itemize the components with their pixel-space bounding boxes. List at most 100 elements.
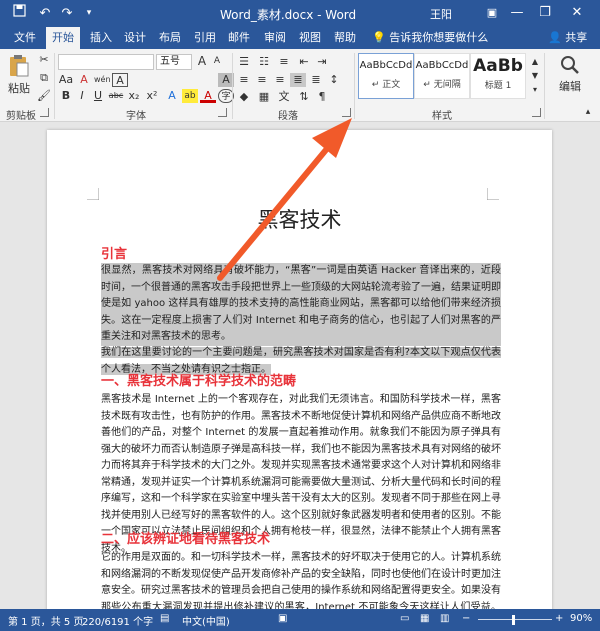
- tab-home[interactable]: 开始: [46, 27, 80, 49]
- highlight-icon[interactable]: ab: [182, 89, 198, 103]
- style-normal[interactable]: AaBbCcDd ↵ 正文: [358, 53, 414, 99]
- align-right-icon[interactable]: ≡: [272, 73, 288, 87]
- word-count[interactable]: 220/6191 个字: [82, 613, 153, 628]
- tab-references[interactable]: 引用: [188, 27, 222, 49]
- tab-view[interactable]: 视图: [293, 27, 327, 49]
- style-heading-1[interactable]: AaBb 标题 1: [470, 53, 526, 99]
- tab-file[interactable]: 文件: [8, 27, 42, 49]
- clipboard-launcher-icon[interactable]: [40, 108, 49, 117]
- zoom-slider-thumb[interactable]: [512, 615, 515, 625]
- styles-launcher-icon[interactable]: [532, 108, 541, 117]
- align-left-icon[interactable]: ≡: [236, 73, 252, 87]
- show-marks-icon[interactable]: ¶: [314, 90, 330, 104]
- font-size-box[interactable]: 五号: [156, 54, 192, 70]
- web-layout-icon[interactable]: ▥: [440, 613, 449, 624]
- zoom-level[interactable]: 90%: [570, 613, 592, 624]
- text-effects-icon[interactable]: A: [164, 89, 180, 103]
- shading-icon[interactable]: ◆: [236, 90, 252, 104]
- redo-icon[interactable]: ↷: [56, 4, 78, 23]
- minimize-button[interactable]: —: [506, 3, 528, 23]
- status-bar: 第 1 页，共 5 页 220/6191 个字 ▤ 中文(中国) ▣ ▭ ▦ ▥…: [0, 609, 600, 631]
- section-heading[interactable]: 一、黑客技术属于科学技术的范畴: [101, 370, 296, 389]
- close-button[interactable]: ✕: [566, 3, 588, 23]
- tab-review[interactable]: 审阅: [258, 27, 292, 49]
- window-title: Word_素材.docx - Word: [220, 8, 357, 22]
- accessibility-icon[interactable]: ▣: [278, 613, 287, 624]
- styles-scroll-up-icon[interactable]: ▲: [527, 55, 543, 69]
- zoom-slider[interactable]: [478, 619, 552, 620]
- format-painter-icon[interactable]: 🖌: [36, 89, 52, 103]
- section-heading[interactable]: 引言: [101, 243, 127, 262]
- clipboard-group-label: 剪贴板: [6, 111, 36, 122]
- proofing-icon[interactable]: ▤: [160, 613, 169, 624]
- styles-scroll-down-icon[interactable]: ▼: [527, 69, 543, 83]
- title-bar: ↶ ↷ ▾ Word_素材.docx - Word 王阳 ▣ — ❐ ✕: [0, 0, 600, 27]
- paste-button[interactable]: 粘贴: [4, 53, 34, 99]
- page-count[interactable]: 第 1 页，共 5 页: [8, 613, 83, 628]
- grow-font-icon[interactable]: A: [194, 54, 210, 68]
- user-name[interactable]: 王阳: [430, 6, 452, 22]
- crop-mark: [87, 188, 99, 200]
- bullets-icon[interactable]: ☰: [236, 55, 252, 69]
- distributed-icon[interactable]: ≣: [308, 73, 324, 87]
- borders-icon[interactable]: ▦: [256, 90, 272, 104]
- zoom-out-icon[interactable]: −: [462, 613, 470, 624]
- line-spacing-icon[interactable]: ↕: [326, 73, 342, 87]
- change-case-icon[interactable]: Aa: [58, 73, 74, 87]
- subscript-icon[interactable]: x₂: [126, 89, 142, 103]
- editing-button[interactable]: 编辑: [548, 53, 592, 103]
- increase-indent-icon[interactable]: ⇥: [314, 55, 330, 69]
- styles-group-label: 样式: [432, 111, 452, 122]
- style-sample: AaBb: [473, 56, 523, 76]
- share-button[interactable]: 👤 共享: [548, 27, 587, 49]
- ribbon-display-options-icon[interactable]: ▣: [481, 3, 503, 23]
- bold-icon[interactable]: B: [58, 89, 74, 103]
- tab-help[interactable]: 帮助: [328, 27, 362, 49]
- numbering-icon[interactable]: ☷: [256, 55, 272, 69]
- group-divider: [544, 53, 545, 119]
- tab-mailings[interactable]: 邮件: [222, 27, 256, 49]
- paragraph[interactable]: 很显然，黑客技术对网络具有破坏能力，“黑客”一词是由英语 Hacker 音译出来…: [101, 263, 501, 346]
- font-launcher-icon[interactable]: [218, 108, 227, 117]
- align-center-icon[interactable]: ≡: [254, 73, 270, 87]
- editing-label: 编辑: [559, 80, 581, 93]
- copy-icon[interactable]: ⧉: [36, 71, 52, 85]
- print-layout-icon[interactable]: ▦: [420, 613, 429, 624]
- sort-icon[interactable]: ⇅: [296, 90, 312, 104]
- restore-button[interactable]: ❐: [534, 3, 556, 23]
- tell-me-search[interactable]: 💡 告诉我你想要做什么: [372, 27, 488, 49]
- phonetic-guide-icon[interactable]: wén: [94, 73, 111, 87]
- read-mode-icon[interactable]: ▭: [400, 613, 409, 624]
- underline-icon[interactable]: U: [90, 89, 106, 103]
- paragraph-launcher-icon[interactable]: [342, 108, 351, 117]
- multilevel-list-icon[interactable]: ≡: [276, 55, 292, 69]
- document-title[interactable]: 黑客技术: [47, 204, 552, 234]
- customize-toolbar-icon[interactable]: ▾: [78, 4, 100, 23]
- tab-layout[interactable]: 布局: [153, 27, 187, 49]
- tab-insert[interactable]: 插入: [84, 27, 118, 49]
- style-no-spacing[interactable]: AaBbCcDd ↵ 无间隔: [414, 53, 470, 99]
- section-heading[interactable]: 二、应该辨证地看待黑客技术: [101, 528, 270, 547]
- font-name-box[interactable]: [58, 54, 154, 70]
- tab-design[interactable]: 设计: [118, 27, 152, 49]
- justify-icon[interactable]: ≣: [290, 73, 306, 87]
- chinese-layout-icon[interactable]: 文: [276, 90, 292, 104]
- styles-more-icon[interactable]: ▾: [527, 83, 543, 97]
- superscript-icon[interactable]: x²: [144, 89, 160, 103]
- italic-icon[interactable]: I: [74, 89, 90, 103]
- undo-icon[interactable]: ↶: [34, 4, 56, 23]
- language-status[interactable]: 中文(中国): [182, 613, 230, 628]
- collapse-ribbon-icon[interactable]: ▴: [580, 105, 596, 119]
- clear-formatting-icon[interactable]: A: [76, 73, 92, 87]
- document-page[interactable]: 黑客技术 引言 很显然，黑客技术对网络具有破坏能力，“黑客”一词是由英语 Hac…: [47, 130, 552, 609]
- character-border-icon[interactable]: A: [112, 73, 128, 87]
- font-color-icon[interactable]: A: [200, 89, 216, 103]
- cut-icon[interactable]: ✂: [36, 53, 52, 67]
- paragraph[interactable]: 它的作用是双面的。和一切科学技术一样，黑客技术的好坏取决于使用它的人。计算机系统…: [101, 550, 501, 609]
- save-icon[interactable]: [8, 4, 30, 23]
- strikethrough-icon[interactable]: abc: [108, 89, 124, 103]
- zoom-in-icon[interactable]: +: [555, 613, 563, 624]
- decrease-indent-icon[interactable]: ⇤: [296, 55, 312, 69]
- document-area: 黑客技术 引言 很显然，黑客技术对网络具有破坏能力，“黑客”一词是由英语 Hac…: [0, 122, 600, 609]
- shrink-font-icon[interactable]: A: [209, 54, 225, 68]
